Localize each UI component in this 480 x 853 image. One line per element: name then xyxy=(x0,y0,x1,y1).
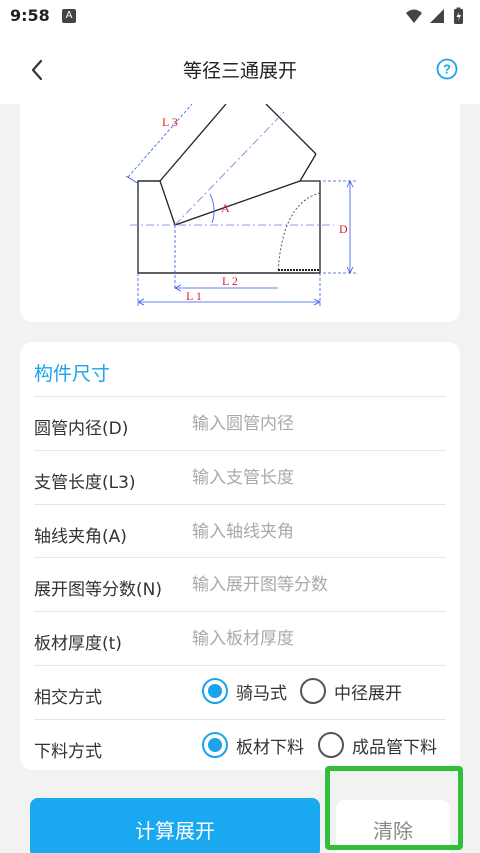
radio-button-unchecked[interactable] xyxy=(300,678,326,704)
notification-icon: A xyxy=(62,9,76,23)
label-divisions: 展开图等分数(N) xyxy=(34,580,162,600)
label-plate-thickness: 板材厚度(t) xyxy=(34,634,122,654)
row-cutting-mode: 下料方式 板材下料 成品管下料 xyxy=(34,719,446,773)
row-pipe-diameter: 圆管内径(D) xyxy=(34,396,446,450)
calculate-button[interactable]: 计算展开 xyxy=(30,798,320,853)
battery-icon xyxy=(454,7,463,24)
radio-mid-diameter[interactable]: 中径展开 xyxy=(300,678,402,704)
radio-button-checked[interactable] xyxy=(202,678,228,704)
equal-tee-diagram: L 3 A D L 2 L 1 xyxy=(125,104,356,308)
label-axis-angle: 轴线夹角(A) xyxy=(34,527,127,547)
row-axis-angle: 轴线夹角(A) xyxy=(34,504,446,558)
radio-plate-cutting[interactable]: 板材下料 xyxy=(202,732,304,758)
signal-icon xyxy=(430,9,444,23)
tee-diagram-card: L 3 A D L 2 L 1 xyxy=(20,104,460,322)
input-branch-length[interactable] xyxy=(192,461,442,495)
radio-finished-pipe-label: 成品管下料 xyxy=(352,737,437,758)
dimensions-form: 构件尺寸 圆管内径(D) 支管长度(L3) 轴线夹角(A) 展开图等分数(N) … xyxy=(20,342,460,770)
input-divisions[interactable] xyxy=(192,568,442,602)
input-plate-thickness[interactable] xyxy=(192,622,442,656)
svg-text:D: D xyxy=(339,222,348,236)
label-intersect-mode: 相交方式 xyxy=(34,688,102,708)
wifi-icon xyxy=(406,9,422,23)
svg-text:L 2: L 2 xyxy=(222,274,238,288)
radio-mid-diameter-label: 中径展开 xyxy=(334,683,402,704)
svg-text:L 3: L 3 xyxy=(162,115,178,129)
section-title: 构件尺寸 xyxy=(34,363,111,385)
svg-text:L 1: L 1 xyxy=(186,289,202,303)
radio-button-unchecked[interactable] xyxy=(318,732,344,758)
label-branch-length: 支管长度(L3) xyxy=(34,473,136,493)
radio-plate-cutting-label: 板材下料 xyxy=(236,737,304,758)
status-bar: 9:58 A xyxy=(0,0,480,34)
radio-finished-pipe[interactable]: 成品管下料 xyxy=(318,732,437,758)
radio-saddle-label: 骑马式 xyxy=(236,683,287,704)
row-plate-thickness: 板材厚度(t) xyxy=(34,611,446,665)
label-cutting-mode: 下料方式 xyxy=(34,742,102,762)
row-intersect-mode: 相交方式 骑马式 中径展开 xyxy=(34,665,446,719)
help-button[interactable]: ? xyxy=(436,58,458,80)
svg-text:?: ? xyxy=(443,62,451,77)
page-title: 等径三通展开 xyxy=(182,60,297,82)
help-icon: ? xyxy=(436,58,458,80)
input-axis-angle[interactable] xyxy=(192,515,442,549)
clear-button[interactable]: 清除 xyxy=(336,800,450,853)
status-time: 9:58 xyxy=(10,6,50,25)
label-pipe-diameter: 圆管内径(D) xyxy=(34,419,129,439)
status-icons xyxy=(404,7,468,31)
app-header: 等径三通展开 ? xyxy=(0,34,480,104)
row-branch-length: 支管长度(L3) xyxy=(34,450,446,504)
radio-button-checked[interactable] xyxy=(202,732,228,758)
radio-saddle[interactable]: 骑马式 xyxy=(202,678,287,704)
row-divisions: 展开图等分数(N) xyxy=(34,557,446,611)
svg-text:A: A xyxy=(221,201,230,215)
input-pipe-diameter[interactable] xyxy=(192,407,442,441)
